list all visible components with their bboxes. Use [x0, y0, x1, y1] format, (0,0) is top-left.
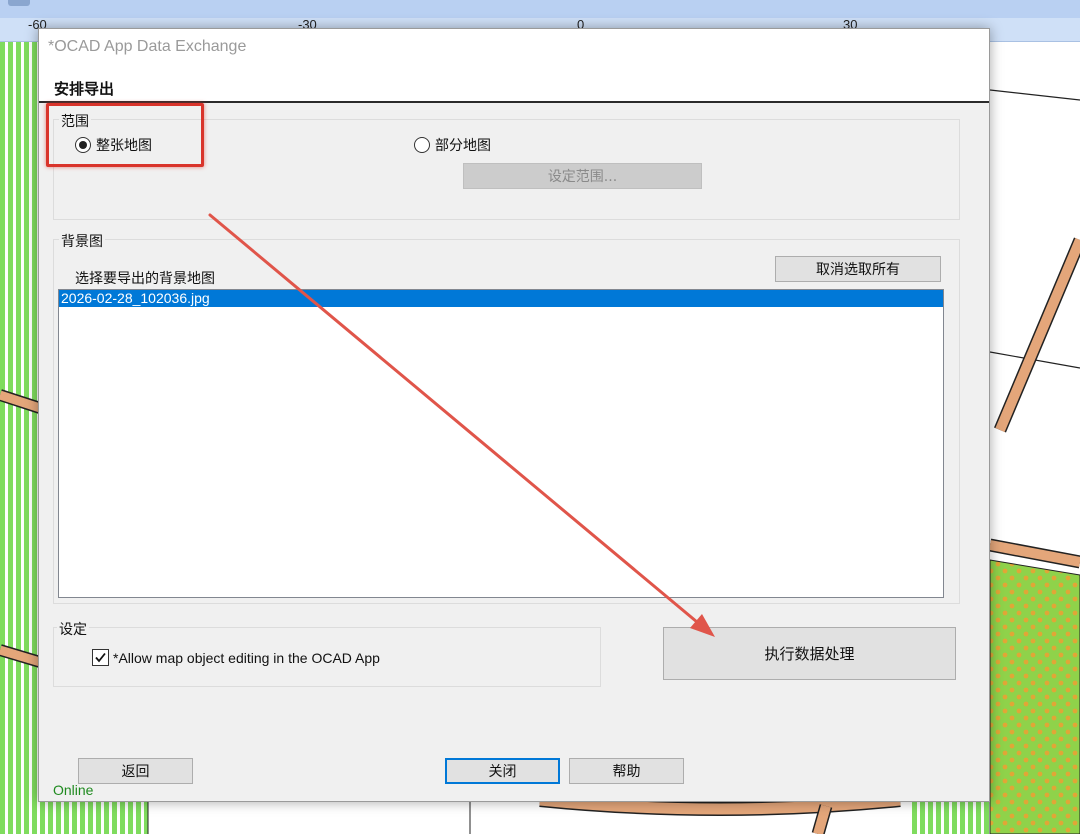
annotation-highlight-box	[46, 103, 204, 167]
list-item[interactable]: 2026-02-28_102036.jpg	[59, 290, 943, 307]
execute-data-processing-button[interactable]: 执行数据处理	[663, 627, 956, 680]
app-icon[interactable]	[8, 0, 30, 6]
allow-editing-checkbox-row[interactable]: *Allow map object editing in the OCAD Ap…	[92, 649, 380, 666]
vegetation-area-left	[0, 42, 40, 834]
online-status: Online	[53, 782, 94, 798]
background-map-listbox[interactable]: 2026-02-28_102036.jpg	[58, 289, 944, 598]
deselect-all-button[interactable]: 取消选取所有	[775, 256, 941, 282]
background-group-label: 背景图	[59, 231, 105, 251]
radio-partial-map-label: 部分地图	[435, 138, 491, 154]
allow-editing-checkbox[interactable]	[92, 649, 109, 666]
radio-button-unchecked[interactable]	[414, 137, 430, 153]
set-range-button[interactable]: 设定范围...	[463, 163, 702, 189]
checkmark-icon	[95, 652, 106, 663]
background-instruction: 选择要导出的背景地图	[75, 271, 215, 287]
window-title: *OCAD App Data Exchange	[48, 38, 247, 55]
settings-group-label: 设定	[57, 619, 89, 639]
help-button[interactable]: 帮助	[569, 758, 684, 784]
dialog-titlebar: *OCAD App Data Exchange 安排导出	[39, 29, 989, 103]
radio-partial-map[interactable]: 部分地图	[414, 135, 491, 155]
page-heading: 安排导出	[54, 80, 115, 98]
close-button[interactable]: 关闭	[445, 758, 560, 784]
allow-editing-label: *Allow map object editing in the OCAD Ap…	[113, 649, 380, 666]
back-button[interactable]: 返回	[78, 758, 193, 784]
dotted-area-right	[989, 559, 1080, 834]
